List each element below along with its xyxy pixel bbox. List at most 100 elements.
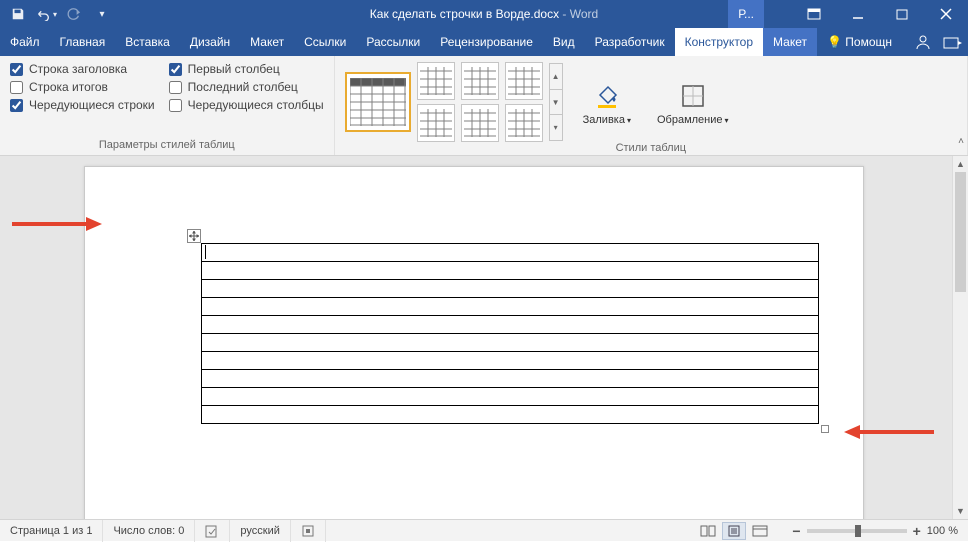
tab-mailings[interactable]: Рассылки (356, 28, 430, 56)
chevron-down-icon: ▾ (725, 116, 729, 125)
table-cell[interactable] (202, 388, 819, 406)
table-move-handle[interactable] (187, 229, 201, 243)
chk-first-col[interactable]: Первый столбец (169, 62, 324, 76)
document-table[interactable] (201, 243, 819, 424)
scroll-thumb[interactable] (955, 172, 966, 292)
vertical-scrollbar[interactable]: ▲ ▼ (952, 156, 968, 519)
maximize-button[interactable] (880, 0, 924, 28)
collapse-ribbon-icon[interactable]: ˄ (958, 136, 964, 147)
view-switcher (686, 520, 782, 542)
borders-button[interactable]: Обрамление▾ (651, 78, 735, 126)
table-cell[interactable] (202, 334, 819, 352)
view-print-layout[interactable] (722, 522, 746, 540)
table-cell[interactable] (202, 406, 819, 424)
table-cell[interactable] (202, 316, 819, 334)
minimize-button[interactable] (836, 0, 880, 28)
table-row[interactable] (202, 352, 819, 370)
chk-total-row[interactable]: Строка итогов (10, 80, 155, 94)
tab-file[interactable]: Файл (0, 28, 50, 56)
proofing-icon (205, 524, 219, 538)
view-read-mode[interactable] (696, 522, 720, 540)
table-row[interactable] (202, 370, 819, 388)
table-row[interactable] (202, 280, 819, 298)
table-style-6[interactable] (461, 104, 499, 142)
shading-button[interactable]: Заливка▾ (577, 78, 637, 126)
table-cell[interactable] (202, 262, 819, 280)
table-styles-gallery[interactable]: ▲ ▼ ▾ (345, 62, 563, 142)
table-cell[interactable] (202, 244, 819, 262)
chk-total-row-label: Строка итогов (29, 80, 108, 94)
table-resize-handle[interactable] (821, 425, 829, 433)
scroll-up-icon[interactable]: ▲ (953, 156, 968, 172)
chk-banded-cols[interactable]: Чередующиеся столбцы (169, 98, 324, 112)
table-row[interactable] (202, 262, 819, 280)
tab-developer[interactable]: Разработчик (585, 28, 675, 56)
group-styles-label: Стили таблиц (345, 142, 957, 156)
qat-customize[interactable]: ▾ (90, 2, 114, 26)
status-word-count[interactable]: Число слов: 0 (103, 520, 195, 542)
share-button[interactable] (938, 28, 968, 56)
table-cell[interactable] (202, 298, 819, 316)
table-cell[interactable] (202, 352, 819, 370)
zoom-in-button[interactable]: + (913, 523, 921, 539)
tab-table-design[interactable]: Конструктор (675, 28, 763, 56)
status-page[interactable]: Страница 1 из 1 (0, 520, 103, 542)
table-style-4[interactable] (505, 62, 543, 100)
tab-insert[interactable]: Вставка (115, 28, 180, 56)
gallery-scroll[interactable]: ▲ ▼ ▾ (549, 63, 563, 141)
gallery-up-icon[interactable]: ▲ (550, 64, 562, 90)
chk-header-row[interactable]: Строка заголовка (10, 62, 155, 76)
undo-button[interactable]: ▾ (34, 2, 58, 26)
page[interactable] (84, 166, 864, 519)
tab-home[interactable]: Главная (50, 28, 116, 56)
zoom-slider-thumb[interactable] (855, 525, 861, 537)
tell-me[interactable]: 💡 Помощн (817, 28, 902, 56)
tab-review[interactable]: Рецензирование (430, 28, 543, 56)
scroll-down-icon[interactable]: ▼ (953, 503, 968, 519)
table-style-2[interactable] (417, 62, 455, 100)
group-table-style-options: Строка заголовка Строка итогов Чередующи… (0, 56, 335, 155)
account-icon[interactable] (908, 28, 938, 56)
table-cell[interactable] (202, 370, 819, 388)
save-button[interactable] (6, 2, 30, 26)
table-row[interactable] (202, 388, 819, 406)
chk-last-col[interactable]: Последний столбец (169, 80, 324, 94)
tab-table-layout[interactable]: Макет (763, 28, 817, 56)
redo-button[interactable] (62, 2, 86, 26)
zoom-level[interactable]: 100 % (927, 525, 958, 537)
title-bar: ▾ ▾ Как сделать строчки в Ворде.docx - W… (0, 0, 968, 28)
status-language[interactable]: русский (230, 520, 290, 542)
table-row[interactable] (202, 334, 819, 352)
ribbon-display-options[interactable] (792, 0, 836, 28)
bucket-icon (593, 82, 621, 110)
zoom-out-button[interactable]: − (792, 523, 800, 539)
table-cell[interactable] (202, 280, 819, 298)
view-web-layout[interactable] (748, 522, 772, 540)
chevron-down-icon: ▾ (627, 116, 631, 125)
table-style-3[interactable] (461, 62, 499, 100)
chk-banded-rows[interactable]: Чередующиеся строки (10, 98, 155, 112)
gallery-down-icon[interactable]: ▼ (550, 90, 562, 116)
chk-banded-rows-label: Чередующиеся строки (29, 98, 155, 112)
status-macro[interactable] (291, 520, 326, 542)
tab-design[interactable]: Дизайн (180, 28, 240, 56)
shading-label: Заливка (583, 114, 625, 126)
document-area: ▲ ▼ (0, 156, 968, 519)
tab-layout[interactable]: Макет (240, 28, 294, 56)
zoom-slider[interactable] (807, 529, 907, 533)
tab-view[interactable]: Вид (543, 28, 585, 56)
tab-references[interactable]: Ссылки (294, 28, 356, 56)
gallery-more-icon[interactable]: ▾ (550, 115, 562, 140)
status-proofing[interactable] (195, 520, 230, 542)
table-style-5[interactable] (417, 104, 455, 142)
table-row[interactable] (202, 298, 819, 316)
table-style-7[interactable] (505, 104, 543, 142)
macro-icon (301, 524, 315, 538)
table-row[interactable] (202, 316, 819, 334)
title-right: Р... (728, 0, 968, 28)
close-button[interactable] (924, 0, 968, 28)
table-row[interactable] (202, 244, 819, 262)
table-style-1[interactable] (345, 72, 411, 132)
text-cursor (205, 245, 206, 259)
table-row[interactable] (202, 406, 819, 424)
